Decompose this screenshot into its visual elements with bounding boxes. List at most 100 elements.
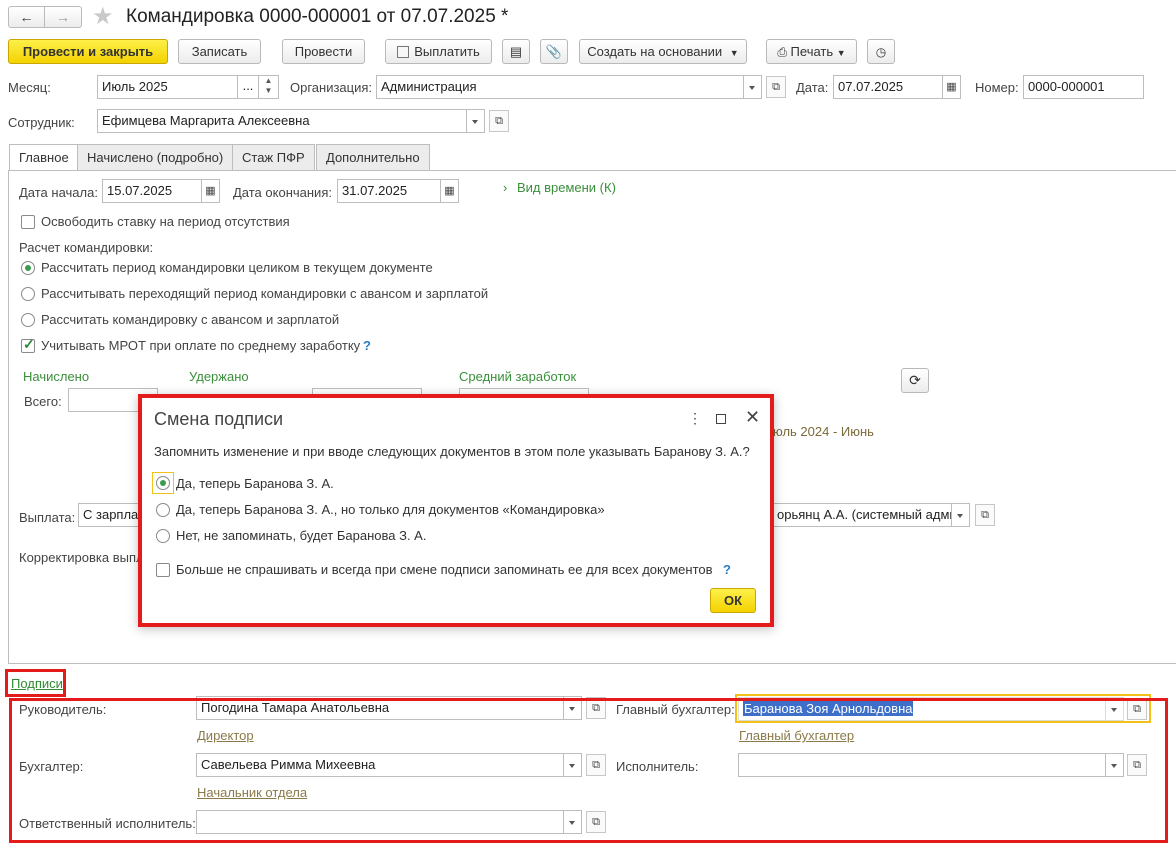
create-based-on-button[interactable]: Создать на основании ▼ bbox=[579, 39, 747, 64]
tab-main[interactable]: Главное bbox=[9, 144, 79, 171]
time-type-label: Вид времени (К) bbox=[516, 180, 616, 195]
dialog-close-icon[interactable]: ✕ bbox=[745, 407, 760, 428]
end-date-label: Дата окончания: bbox=[233, 185, 332, 200]
dialog-option-yes-trip-only-radio[interactable] bbox=[156, 503, 170, 517]
dialog-more-icon[interactable]: ⋮ bbox=[688, 410, 702, 427]
organization-label: Организация: bbox=[290, 80, 373, 95]
arrow-left-icon: ← bbox=[19, 9, 34, 25]
total-label: Всего: bbox=[24, 394, 62, 409]
employee-open-button[interactable]: ⧉ bbox=[489, 110, 509, 132]
accountant-position-link[interactable]: Начальник отдела bbox=[197, 785, 307, 800]
favorite-star-icon[interactable]: ★ bbox=[92, 2, 114, 31]
organization-open-button[interactable]: ⧉ bbox=[766, 76, 786, 98]
dialog-maximize-icon[interactable] bbox=[716, 414, 726, 424]
pay-icon bbox=[397, 46, 410, 58]
head-position-link[interactable]: Директор bbox=[197, 728, 254, 743]
calc-option-with-advance-radio[interactable] bbox=[21, 313, 35, 327]
head-open-button[interactable]: ⧉ bbox=[586, 697, 606, 719]
end-date-input[interactable]: 31.07.2025 bbox=[337, 179, 441, 203]
stepper-down-icon[interactable]: ▼ bbox=[259, 86, 278, 96]
dialog-help-icon[interactable]: ? bbox=[723, 562, 731, 577]
dialog-ok-button[interactable]: ОК bbox=[710, 588, 756, 613]
dialog-option-no-radio[interactable] bbox=[156, 529, 170, 543]
post-button[interactable]: Провести bbox=[282, 39, 365, 64]
head-dropdown-button[interactable] bbox=[564, 696, 582, 720]
dialog-option-yes-trip-only-label: Да, теперь Баранова З. А., но только для… bbox=[176, 502, 605, 517]
time-type-link[interactable]: › Вид времени (К) bbox=[503, 180, 616, 195]
list-button[interactable]: ▤ bbox=[502, 39, 530, 64]
start-date-label: Дата начала: bbox=[19, 185, 98, 200]
mrot-checkbox[interactable]: ✓ bbox=[21, 336, 35, 353]
head-input[interactable]: Погодина Тамара Анатольевна bbox=[196, 696, 564, 720]
back-button[interactable]: ← bbox=[8, 6, 45, 28]
withheld-heading: Удержано bbox=[189, 369, 249, 384]
dialog-dont-ask-checkbox[interactable] bbox=[156, 563, 170, 577]
employee-label: Сотрудник: bbox=[8, 115, 75, 130]
month-label: Месяц: bbox=[8, 80, 51, 95]
dialog-option-no-label: Нет, не запоминать, будет Баранова З. А. bbox=[176, 528, 427, 543]
organization-input[interactable]: Администрация bbox=[376, 75, 744, 99]
save-button[interactable]: Записать bbox=[178, 39, 261, 64]
responsible-dropdown-button[interactable] bbox=[952, 503, 970, 527]
accountant-input[interactable]: Савельева Римма Михеевна bbox=[196, 753, 564, 777]
start-date-input[interactable]: 15.07.2025 bbox=[102, 179, 202, 203]
accountant-open-button[interactable]: ⧉ bbox=[586, 754, 606, 776]
month-select-button[interactable]: ... bbox=[237, 75, 259, 99]
dialog-title: Смена подписи bbox=[154, 409, 284, 429]
employee-input[interactable]: Ефимцева Маргарита Алексеевна bbox=[97, 109, 467, 133]
post-and-close-button[interactable]: Провести и закрыть bbox=[8, 39, 168, 64]
month-stepper[interactable]: ▲ ▼ bbox=[258, 75, 279, 99]
create-based-label: Создать на основании bbox=[587, 44, 723, 59]
refresh-button[interactable]: ⟳ bbox=[901, 368, 929, 393]
mrot-label: Учитывать МРОТ при оплате по среднему за… bbox=[41, 338, 361, 353]
date-label: Дата: bbox=[796, 80, 829, 95]
chief-accountant-open-button[interactable]: ⧉ bbox=[1127, 698, 1147, 720]
responsible-input[interactable]: орьянц А.А. (системный адми bbox=[772, 503, 952, 527]
dialog-question: Запомнить изменение и при вводе следующи… bbox=[154, 444, 750, 459]
executor-open-button[interactable]: ⧉ bbox=[1127, 754, 1147, 776]
dialog-option-yes-radio[interactable] bbox=[156, 476, 170, 490]
date-calendar-button[interactable]: ▦ bbox=[943, 75, 961, 99]
calc-option-transitional-radio[interactable] bbox=[21, 287, 35, 301]
signatures-link[interactable]: Подписи bbox=[11, 676, 63, 691]
calc-option-whole-radio[interactable] bbox=[21, 261, 35, 275]
avg-earnings-link[interactable]: Средний заработок bbox=[459, 369, 576, 384]
organization-dropdown-button[interactable] bbox=[744, 75, 762, 99]
end-date-calendar-button[interactable]: ▦ bbox=[441, 179, 459, 203]
employee-dropdown-button[interactable] bbox=[467, 109, 485, 133]
report-history-button[interactable]: ◷ bbox=[867, 39, 895, 64]
responsible-executor-label: Ответственный исполнитель: bbox=[19, 816, 196, 831]
date-input[interactable]: 07.07.2025 bbox=[833, 75, 943, 99]
checkmark-icon: ✓ bbox=[23, 336, 35, 352]
forward-button[interactable]: → bbox=[45, 6, 82, 28]
chief-accountant-label: Главный бухгалтер: bbox=[616, 702, 735, 717]
responsible-executor-dropdown-button[interactable] bbox=[564, 810, 582, 834]
chief-accountant-input[interactable]: Баранова Зоя Арнольдовна bbox=[738, 697, 1106, 721]
month-input[interactable]: Июль 2025 bbox=[97, 75, 238, 99]
pay-button[interactable]: Выплатить bbox=[385, 39, 492, 64]
mrot-help-icon[interactable]: ? bbox=[363, 338, 371, 353]
start-date-calendar-button[interactable]: ▦ bbox=[202, 179, 220, 203]
payment-label: Выплата: bbox=[19, 510, 76, 525]
print-button[interactable]: ⎙ Печать ▼ bbox=[766, 39, 857, 64]
chief-accountant-position-link[interactable]: Главный бухгалтер bbox=[739, 728, 854, 743]
history-icon: ◷ bbox=[875, 45, 887, 59]
stepper-up-icon[interactable]: ▲ bbox=[259, 76, 278, 86]
responsible-executor-open-button[interactable]: ⧉ bbox=[586, 811, 606, 833]
attach-button[interactable]: 📎 bbox=[540, 39, 568, 64]
tab-accrued-detailed[interactable]: Начислено (подробно) bbox=[77, 144, 234, 171]
tab-additional[interactable]: Дополнительно bbox=[316, 144, 430, 171]
free-rate-checkbox[interactable] bbox=[21, 215, 35, 229]
calc-section-label: Расчет командировки: bbox=[19, 240, 154, 255]
chevron-right-icon: › bbox=[503, 180, 508, 195]
calc-option-whole-label: Рассчитать период командировки целиком в… bbox=[41, 260, 433, 275]
executor-dropdown-button[interactable] bbox=[1106, 753, 1124, 777]
executor-input[interactable] bbox=[738, 753, 1106, 777]
responsible-open-button[interactable]: ⧉ bbox=[975, 504, 995, 526]
accountant-dropdown-button[interactable] bbox=[564, 753, 582, 777]
tab-pfr-experience[interactable]: Стаж ПФР bbox=[232, 144, 315, 171]
responsible-executor-input[interactable] bbox=[196, 810, 564, 834]
number-input[interactable]: 0000-000001 bbox=[1023, 75, 1144, 99]
list-icon: ▤ bbox=[509, 44, 523, 59]
chief-accountant-dropdown-button[interactable] bbox=[1106, 697, 1124, 721]
